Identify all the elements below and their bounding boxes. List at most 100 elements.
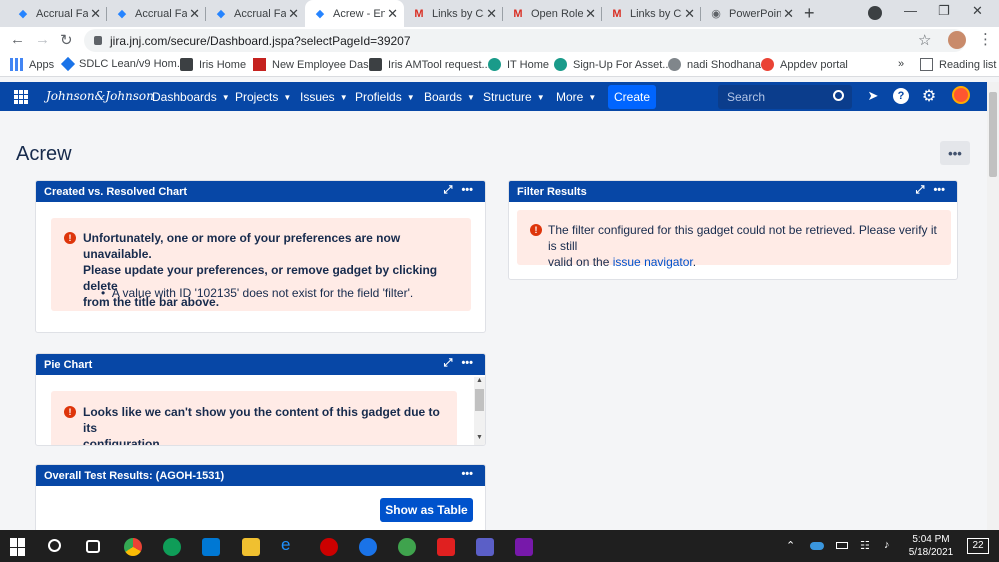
nav-dashboards[interactable]: Dashboards ▼: [152, 90, 230, 104]
close-icon[interactable]: ✕: [189, 6, 200, 22]
app-icon[interactable]: [398, 538, 416, 556]
nav-profields[interactable]: Profields ▼: [355, 90, 415, 104]
nav-more[interactable]: More ▼: [556, 90, 596, 104]
browser-tab[interactable]: M Links by Ca ✕: [602, 0, 701, 27]
gadget-menu-icon[interactable]: •••: [461, 357, 473, 370]
bookmark-item[interactable]: Iris Home: [180, 58, 246, 71]
gadget-menu-icon[interactable]: •••: [461, 184, 473, 197]
chrome-menu-icon[interactable]: ⋮: [978, 30, 993, 48]
app-icon[interactable]: [320, 538, 338, 556]
system-clock[interactable]: 5:04 PM 5/18/2021: [904, 533, 958, 559]
profile-avatar[interactable]: [948, 31, 966, 49]
bookmark-star-icon[interactable]: ☆: [918, 31, 931, 49]
close-icon[interactable]: ✕: [486, 6, 497, 22]
chevron-up-icon[interactable]: ⌃: [786, 539, 795, 552]
app-switcher-icon[interactable]: [14, 90, 28, 104]
bookmark-apps[interactable]: Apps: [10, 58, 54, 71]
bookmark-item[interactable]: IT Home: [488, 58, 549, 71]
edge-icon[interactable]: [163, 538, 181, 556]
back-icon[interactable]: ←: [10, 31, 25, 48]
expand-icon[interactable]: ⤢: [444, 184, 453, 197]
windows-start-icon[interactable]: [10, 538, 28, 556]
search-input[interactable]: Search: [718, 85, 852, 109]
create-button[interactable]: Create: [608, 85, 656, 109]
bookmark-item[interactable]: New Employee Das...: [253, 58, 378, 71]
gadget-pie-chart: Pie Chart ⤢ ••• ! Looks like we can't sh…: [35, 353, 486, 446]
scroll-up-icon[interactable]: ▲: [476, 377, 483, 384]
browser-tab[interactable]: M Links by Ca ✕: [404, 0, 503, 27]
onenote-icon[interactable]: [515, 538, 533, 556]
new-tab-button[interactable]: +: [804, 3, 815, 24]
scroll-down-icon[interactable]: ▼: [476, 434, 483, 441]
gadget-scrollbar[interactable]: ▲ ▼: [474, 377, 485, 445]
company-logo[interactable]: Johnson&Johnson: [46, 89, 154, 103]
teams-icon[interactable]: [476, 538, 494, 556]
window-close-icon[interactable]: ✕: [972, 3, 983, 19]
bookmark-label: SDLC Lean/v9 Hom...: [79, 58, 186, 70]
nav-structure[interactable]: Structure ▼: [483, 90, 545, 104]
browser-tab[interactable]: ◆ Accrual Fac ✕: [107, 0, 206, 27]
notifications-icon[interactable]: 22: [967, 538, 989, 554]
error-message: ! Looks like we can't show you the conte…: [51, 391, 457, 445]
nav-issues[interactable]: Issues ▼: [300, 90, 348, 104]
megaphone-icon[interactable]: ➤: [865, 88, 881, 104]
task-view-icon[interactable]: [86, 540, 100, 553]
scroll-thumb[interactable]: [989, 92, 997, 177]
expand-icon[interactable]: ⤢: [916, 184, 925, 197]
restore-icon[interactable]: ❐: [938, 3, 950, 19]
help-icon[interactable]: ?: [893, 88, 909, 104]
bookmark-item[interactable]: SDLC Lean/v9 Hom...: [60, 56, 186, 72]
close-icon[interactable]: ✕: [90, 6, 101, 22]
bookmark-item[interactable]: Sign-Up For Asset...: [554, 58, 671, 71]
browser-tab[interactable]: ◉ PowerPoint ✕: [701, 0, 800, 27]
gear-icon[interactable]: ⚙: [921, 88, 937, 105]
gadget-menu-icon[interactable]: •••: [461, 468, 473, 480]
show-as-table-button[interactable]: Show as Table: [380, 498, 473, 522]
internet-explorer-icon[interactable]: e: [281, 535, 299, 554]
app-icon[interactable]: [359, 538, 377, 556]
onedrive-icon[interactable]: [810, 542, 824, 550]
wifi-icon[interactable]: ☷: [860, 539, 870, 552]
bookmark-item[interactable]: Iris AMTool request...: [369, 58, 491, 71]
chevron-down-icon: ▼: [467, 92, 475, 102]
tab-search-icon[interactable]: [868, 6, 882, 20]
gadget-header: Created vs. Resolved Chart ⤢ •••: [36, 181, 485, 202]
reading-list-button[interactable]: Reading list: [920, 58, 996, 71]
close-icon[interactable]: ✕: [783, 6, 794, 22]
issue-navigator-link[interactable]: issue navigator: [613, 255, 693, 269]
forward-icon[interactable]: →: [35, 31, 50, 48]
dashboard-tools-button[interactable]: •••: [940, 141, 970, 165]
expand-icon[interactable]: ⤢: [444, 357, 453, 370]
outlook-icon[interactable]: [202, 538, 220, 556]
url-bar[interactable]: jira.jnj.com/secure/Dashboard.jspa?selec…: [84, 29, 966, 52]
gadget-menu-icon[interactable]: •••: [933, 184, 945, 197]
scroll-thumb[interactable]: [475, 389, 484, 411]
chrome-icon[interactable]: [124, 538, 142, 556]
error-text: The filter configured for this gadget co…: [548, 222, 946, 270]
nav-label: Projects: [235, 90, 279, 104]
battery-icon[interactable]: [836, 542, 848, 549]
apps-grid-icon: [10, 58, 23, 71]
file-explorer-icon[interactable]: [242, 538, 260, 556]
volume-icon[interactable]: ♪: [884, 539, 890, 551]
close-icon[interactable]: ✕: [387, 6, 398, 22]
minimize-icon[interactable]: —: [904, 3, 917, 18]
nav-projects[interactable]: Projects ▼: [235, 90, 291, 104]
close-icon[interactable]: ✕: [684, 6, 695, 22]
browser-tab[interactable]: M Open Roles ✕: [503, 0, 602, 27]
bookmarks-overflow-icon[interactable]: »: [898, 58, 904, 70]
search-icon[interactable]: [48, 539, 61, 552]
user-avatar[interactable]: [952, 86, 970, 104]
clock-time: 5:04 PM: [912, 534, 950, 545]
browser-tab[interactable]: ◆ Accrual Fac ✕: [8, 0, 107, 27]
browser-tab[interactable]: ◆ Accrual Fac ✕: [206, 0, 305, 27]
nav-boards[interactable]: Boards ▼: [424, 90, 475, 104]
browser-tab-active[interactable]: ◆ Acrew - Ent ✕: [305, 0, 404, 27]
app-icon[interactable]: [437, 538, 455, 556]
bookmark-item[interactable]: Appdev portal: [761, 58, 848, 71]
bookmark-item[interactable]: nadi Shodhana: [668, 58, 761, 71]
reload-icon[interactable]: ↻: [60, 31, 73, 49]
page-scrollbar[interactable]: [987, 82, 999, 530]
close-icon[interactable]: ✕: [288, 6, 299, 22]
close-icon[interactable]: ✕: [585, 6, 596, 22]
